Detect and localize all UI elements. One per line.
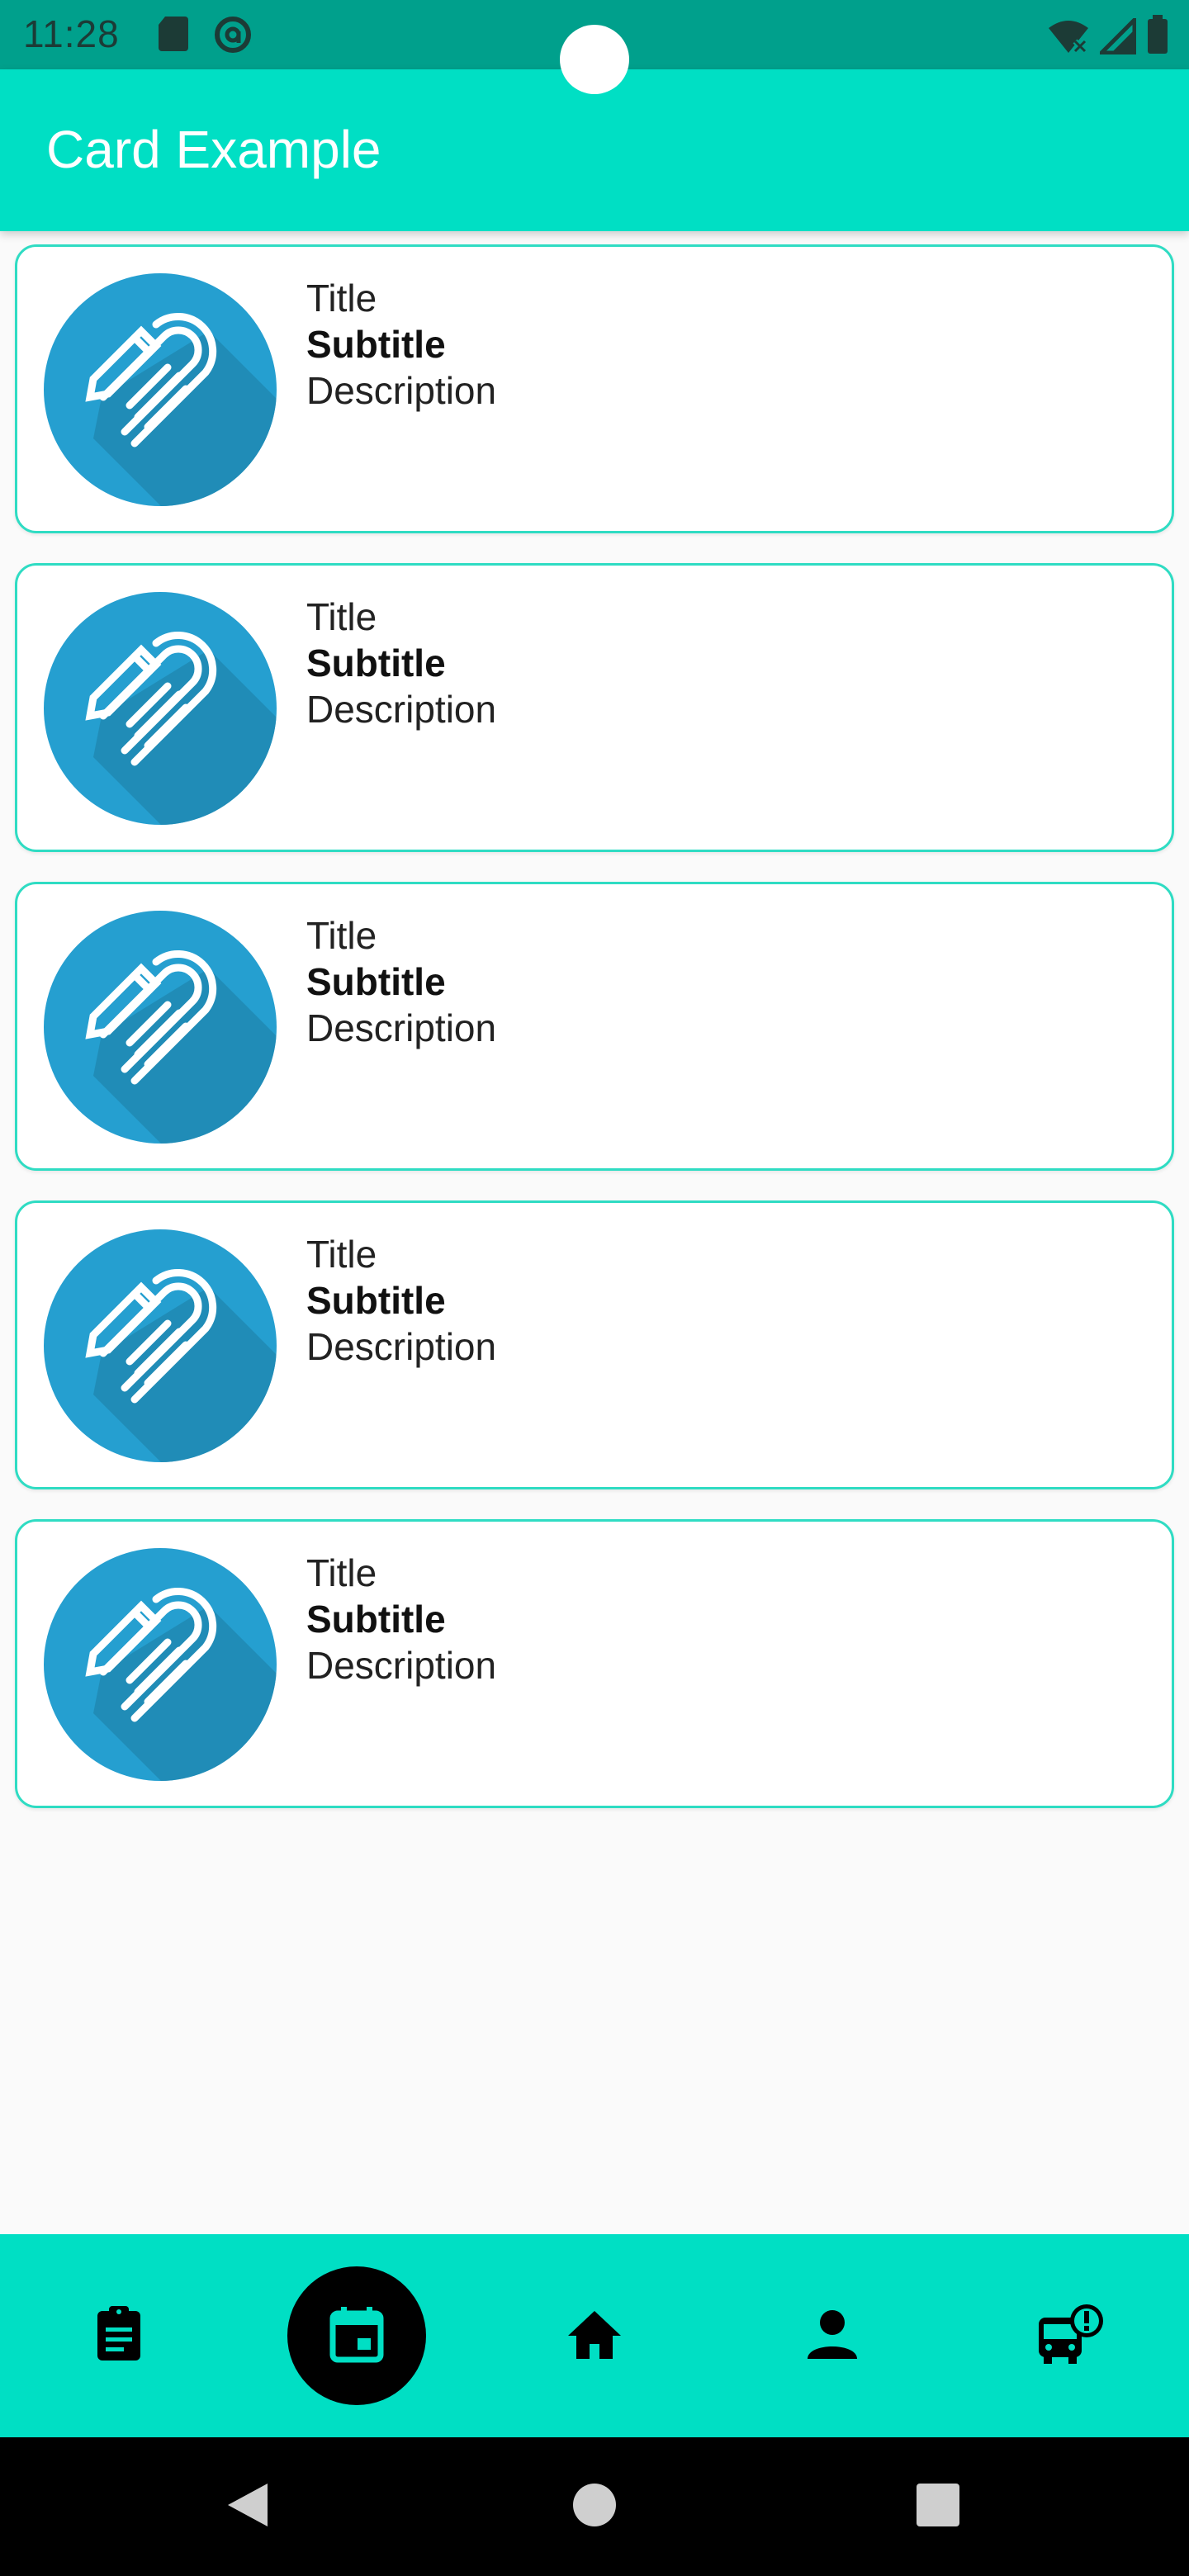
card[interactable]: Title Subtitle Description	[15, 563, 1174, 852]
card-description: Description	[306, 1006, 497, 1049]
card-description: Description	[306, 1325, 497, 1368]
recents-button[interactable]	[888, 2437, 988, 2576]
card-title: Title	[306, 277, 377, 320]
bottom-navigation	[0, 2234, 1189, 2437]
card-subtitle: Subtitle	[306, 642, 446, 684]
nav-item-bus-alert[interactable]	[951, 2234, 1189, 2437]
card-description: Description	[306, 688, 497, 731]
calendar-icon	[328, 2305, 386, 2367]
back-icon	[225, 2480, 271, 2534]
notes-pencil-icon	[44, 911, 277, 1144]
card-description: Description	[306, 369, 497, 412]
battery-icon	[1146, 15, 1169, 59]
card-subtitle: Subtitle	[306, 960, 446, 1003]
card[interactable]: Title Subtitle Description	[15, 1200, 1174, 1489]
nav-item-calendar[interactable]	[238, 2234, 476, 2437]
notes-pencil-icon	[44, 592, 277, 825]
nav-item-profile[interactable]	[713, 2234, 951, 2437]
clipboard-icon	[89, 2304, 149, 2368]
home-circle-icon	[571, 2482, 618, 2532]
back-button[interactable]	[198, 2437, 297, 2576]
card-subtitle: Subtitle	[306, 323, 446, 366]
card-title: Title	[306, 914, 377, 957]
card-title: Title	[306, 1551, 377, 1594]
at-sign-icon	[213, 15, 253, 59]
nav-item-clipboard[interactable]	[0, 2234, 238, 2437]
camera-cutout	[560, 25, 629, 94]
notes-pencil-icon	[44, 1229, 277, 1462]
recents-square-icon	[916, 2483, 960, 2531]
card-title: Title	[306, 1233, 377, 1276]
notes-pencil-icon	[44, 1548, 277, 1781]
card[interactable]: Title Subtitle Description	[15, 244, 1174, 533]
card[interactable]: Title Subtitle Description	[15, 882, 1174, 1171]
nav-active-indicator	[287, 2266, 426, 2405]
card-subtitle: Subtitle	[306, 1279, 446, 1322]
sd-card-icon	[157, 15, 190, 59]
nav-item-home[interactable]	[476, 2234, 713, 2437]
app-title: Card Example	[46, 120, 381, 179]
system-navigation-bar	[0, 2437, 1189, 2576]
wifi-off-icon	[1047, 18, 1090, 59]
card-title: Title	[306, 595, 377, 638]
home-button[interactable]	[545, 2437, 644, 2576]
status-time: 11:28	[23, 12, 120, 55]
card-subtitle: Subtitle	[306, 1598, 446, 1641]
card[interactable]: Title Subtitle Description	[15, 1519, 1174, 1808]
card-description: Description	[306, 1644, 497, 1687]
bus-alert-icon	[1035, 2303, 1105, 2370]
cell-signal-icon	[1096, 14, 1137, 59]
person-icon	[806, 2308, 859, 2365]
notes-pencil-icon	[44, 273, 277, 506]
home-icon	[565, 2308, 624, 2365]
